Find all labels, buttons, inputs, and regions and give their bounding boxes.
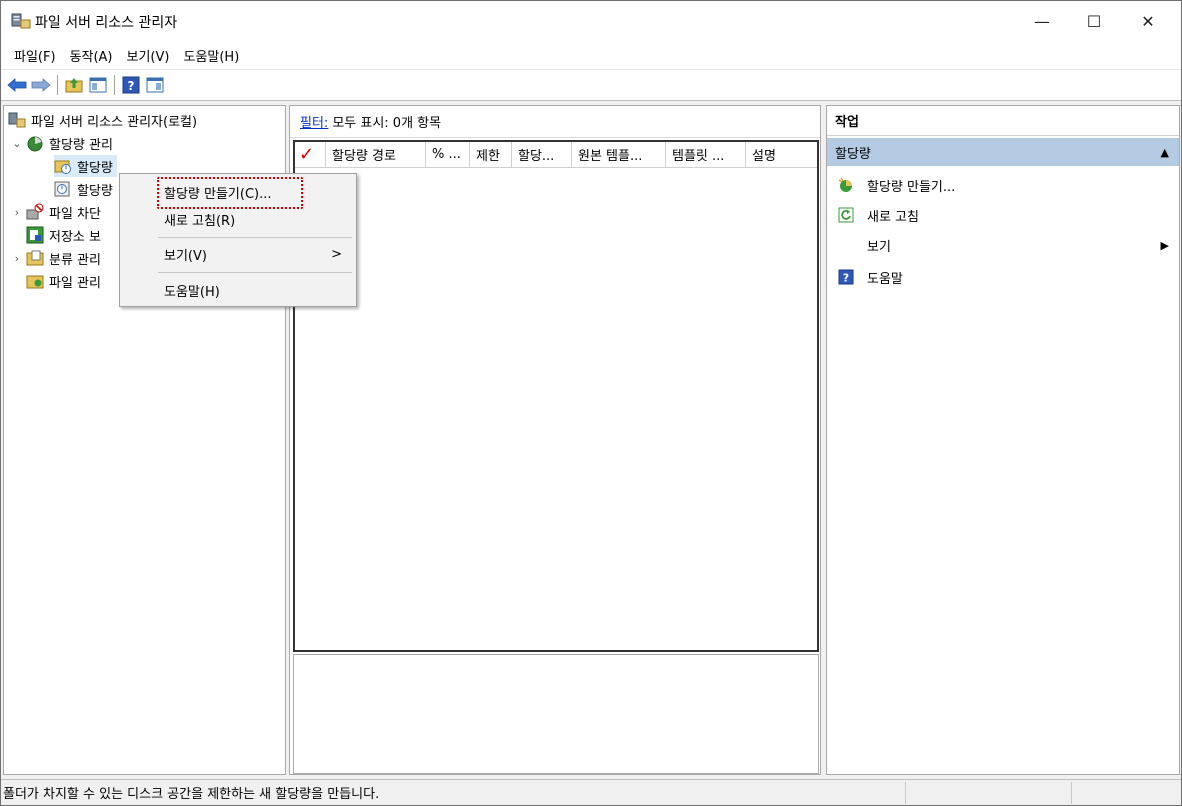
column-header-source-template[interactable]: 원본 템플...	[571, 141, 665, 168]
tree-label: 저장소 보	[49, 229, 101, 245]
forward-arrow-icon[interactable]	[30, 74, 52, 96]
status-separator	[1071, 782, 1072, 804]
context-menu: 할당량 만들기(C)... 새로 고침(R) 보기(V) > 도움말(H)	[119, 173, 357, 307]
tree-label: 파일 서버 리소스 관리자(로컬)	[31, 114, 198, 130]
create-quota-icon	[837, 176, 855, 194]
tree-item-quota-management[interactable]: ⌄ 할당량 관리	[10, 132, 113, 154]
menu-view[interactable]: 보기(V)	[120, 46, 177, 65]
menu-separator	[158, 237, 352, 238]
actions-pane: 작업 할당량 ▲ 할당량 만들기... 새로 고침 보기 ▶ ? 도움말	[826, 105, 1180, 775]
tree-item-storage-reports[interactable]: 저장소 보	[26, 224, 101, 246]
checkmark-icon: ✓	[299, 144, 315, 165]
file-management-icon	[26, 272, 44, 290]
svg-text:?: ?	[843, 272, 849, 285]
refresh-icon	[837, 206, 855, 224]
storage-reports-icon	[26, 226, 44, 244]
results-pane: 필터: 모두 표시: 0개 항목 ✓ 할당량 경로 % ... 제한 할당...…	[289, 105, 821, 775]
status-separator	[905, 782, 906, 804]
tree-label: 할당량 관리	[49, 137, 113, 153]
toolbar: ?	[1, 69, 1181, 101]
action-help[interactable]: ? 도움말	[827, 264, 1179, 290]
up-folder-icon[interactable]	[63, 74, 85, 96]
tree-item-file-management[interactable]: 파일 관리	[26, 270, 101, 292]
help-icon[interactable]: ?	[120, 74, 142, 96]
column-header-quota-path[interactable]: 할당량 경로	[325, 141, 425, 168]
show-hide-action-pane-icon[interactable]	[144, 74, 166, 96]
menu-file[interactable]: 파일(F)	[7, 46, 63, 65]
menu-item-label: 보기(V)	[164, 248, 207, 264]
column-header-template[interactable]: 템플릿 ...	[665, 141, 745, 168]
tree-item-root[interactable]: 파일 서버 리소스 관리자(로컬)	[8, 109, 197, 131]
quota-folder-icon	[54, 157, 72, 175]
title-bar: 파일 서버 리소스 관리자 — ☐ ✕	[1, 1, 1181, 41]
action-view[interactable]: 보기 ▶	[827, 232, 1179, 258]
window-title: 파일 서버 리소스 관리자	[35, 15, 178, 31]
details-panel	[293, 654, 819, 774]
context-menu-view[interactable]: 보기(V) >	[120, 239, 356, 269]
chevron-right-icon[interactable]: ›	[10, 206, 24, 219]
menu-action[interactable]: 동작(A)	[63, 46, 120, 65]
show-hide-tree-icon[interactable]	[87, 74, 109, 96]
column-header-description[interactable]: 설명	[745, 141, 791, 168]
action-create-quota[interactable]: 할당량 만들기...	[827, 172, 1179, 198]
tree-item-quotas[interactable]: 할당량	[54, 155, 117, 177]
list-header: ✓ 할당량 경로 % ... 제한 할당... 원본 템플... 템플릿 ...…	[295, 141, 817, 168]
context-menu-refresh[interactable]: 새로 고침(R)	[120, 204, 356, 234]
status-text: 폴더가 차지할 수 있는 디스크 공간을 제한하는 새 할당량을 만듭니다.	[3, 787, 380, 802]
menu-help[interactable]: 도움말(H)	[176, 46, 246, 65]
menu-item-label: 새로 고침(R)	[164, 213, 236, 229]
column-header-limit[interactable]: 제한	[469, 141, 511, 168]
menu-item-label: 도움말(H)	[164, 284, 220, 300]
tree-item-quota-templates[interactable]: 할당량	[54, 178, 113, 200]
chevron-right-icon[interactable]: ›	[10, 252, 24, 265]
file-screening-icon	[26, 203, 44, 221]
action-label: 도움말	[867, 271, 903, 287]
tree-item-file-screening[interactable]: › 파일 차단	[10, 201, 101, 223]
app-window: 파일 서버 리소스 관리자 — ☐ ✕ 파일(F) 동작(A) 보기(V) 도움…	[0, 0, 1182, 806]
chevron-down-icon[interactable]: ⌄	[10, 137, 24, 150]
tree-label: 할당량	[77, 160, 113, 176]
collapse-arrow-icon[interactable]: ▲	[1161, 146, 1169, 159]
actions-section-quotas[interactable]: 할당량 ▲	[827, 138, 1179, 166]
column-header-quota[interactable]: 할당...	[511, 141, 571, 168]
toolbar-separator	[57, 75, 58, 95]
quota-management-icon	[26, 134, 44, 152]
action-refresh[interactable]: 새로 고침	[827, 202, 1179, 228]
tree-label: 할당량	[77, 183, 113, 199]
tree-label: 파일 차단	[49, 206, 101, 222]
close-button[interactable]: ✕	[1125, 1, 1171, 41]
action-label: 보기	[867, 239, 891, 255]
menu-separator	[158, 272, 352, 273]
actions-section-label: 할당량	[835, 146, 871, 162]
server-manager-icon	[11, 12, 31, 30]
menu-bar: 파일(F) 동작(A) 보기(V) 도움말(H)	[1, 41, 1181, 69]
server-manager-icon	[8, 111, 26, 129]
filter-summary: 모두 표시: 0개 항목	[332, 116, 442, 131]
status-bar: 폴더가 차지할 수 있는 디스크 공간을 제한하는 새 할당량을 만듭니다.	[1, 779, 1181, 805]
context-menu-help[interactable]: 도움말(H)	[120, 275, 356, 305]
action-label: 새로 고침	[867, 209, 919, 225]
column-header-percent[interactable]: % ...	[425, 141, 469, 168]
tree-item-classification[interactable]: › 분류 관리	[10, 247, 101, 269]
quota-list[interactable]: ✓ 할당량 경로 % ... 제한 할당... 원본 템플... 템플릿 ...…	[293, 140, 819, 652]
quota-template-icon	[54, 180, 72, 198]
classification-icon	[26, 249, 44, 267]
minimize-button[interactable]: —	[1019, 1, 1065, 41]
action-label: 할당량 만들기...	[867, 179, 956, 195]
tree-label: 분류 관리	[49, 252, 101, 268]
submenu-arrow-icon: >	[331, 246, 342, 262]
tree-label: 파일 관리	[49, 275, 101, 291]
submenu-arrow-icon: ▶	[1160, 238, 1169, 252]
filter-bar: 필터: 모두 표시: 0개 항목	[290, 106, 820, 138]
filter-link[interactable]: 필터:	[300, 112, 328, 131]
toolbar-separator	[114, 75, 115, 95]
actions-header: 작업	[827, 106, 1179, 136]
back-arrow-icon[interactable]	[6, 74, 28, 96]
help-icon: ?	[837, 268, 855, 286]
maximize-button[interactable]: ☐	[1071, 1, 1117, 41]
svg-text:?: ?	[128, 79, 135, 93]
